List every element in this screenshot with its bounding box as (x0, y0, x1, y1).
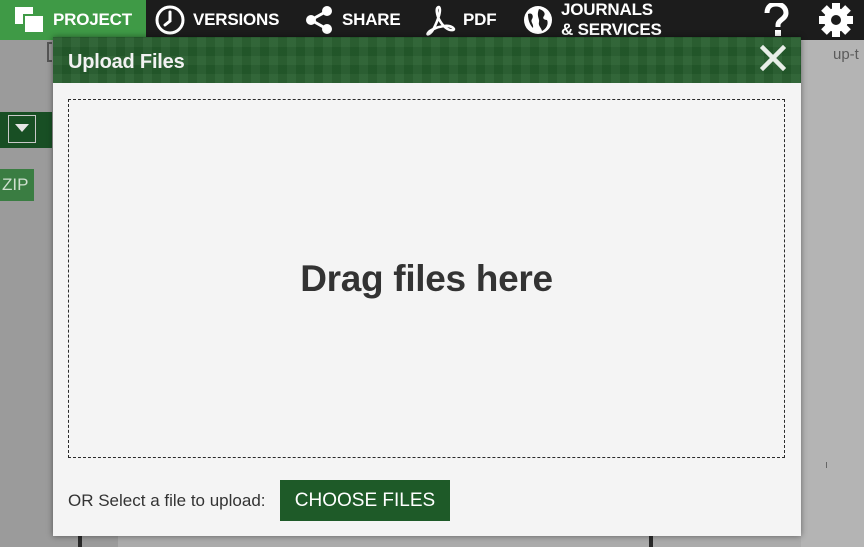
background-right-text: up-t (833, 46, 859, 63)
dialog-title: Upload Files (68, 51, 185, 73)
background-zip-label: ZIP (2, 175, 29, 194)
background-tick-mark (826, 462, 827, 468)
top-navigation-bar: PROJECT VERSIONS SHARE PDF JOURNALS & SE… (0, 0, 864, 40)
drop-zone-text: Drag files here (300, 257, 553, 299)
nav-project-label: PROJECT (53, 10, 132, 29)
nav-pdf-label: PDF (463, 10, 497, 29)
background-zip-button[interactable]: ZIP (0, 169, 34, 201)
background-dropdown-button[interactable] (8, 115, 36, 143)
question-mark-icon (762, 3, 790, 37)
dialog-header: Upload Files (53, 37, 801, 83)
project-icon (14, 6, 46, 34)
share-icon (303, 4, 335, 36)
nav-project-tab[interactable]: PROJECT (0, 0, 146, 40)
file-drop-zone[interactable]: Drag files here (68, 99, 785, 458)
select-file-label: OR Select a file to upload: (68, 491, 266, 510)
nav-share-tab[interactable]: SHARE (303, 0, 401, 40)
upload-files-dialog: Upload Files Drag files here OR Select a… (53, 37, 801, 536)
nav-versions-tab[interactable]: VERSIONS (154, 0, 279, 40)
nav-journals-label: JOURNALS & SERVICES (561, 0, 662, 40)
caret-down-icon (14, 120, 30, 138)
nav-pdf-tab[interactable]: PDF (424, 0, 497, 40)
close-icon (759, 44, 787, 76)
background-bracket (47, 42, 52, 62)
globe-icon (522, 4, 554, 36)
close-button[interactable] (759, 44, 787, 76)
background-right-pane (801, 40, 864, 547)
nav-journals-tab[interactable]: JOURNALS & SERVICES (522, 0, 662, 40)
gear-icon (818, 2, 854, 38)
nav-journals-line1: JOURNALS (561, 0, 653, 19)
nav-share-label: SHARE (342, 10, 401, 29)
nav-versions-label: VERSIONS (193, 10, 280, 29)
clock-icon (154, 4, 186, 36)
settings-button[interactable] (818, 0, 854, 40)
help-button[interactable] (762, 0, 790, 40)
pdf-icon (424, 4, 456, 36)
background-edge-mark (649, 536, 653, 547)
choose-files-button[interactable]: CHOOSE FILES (280, 480, 450, 521)
background-edge-mark (78, 536, 82, 547)
